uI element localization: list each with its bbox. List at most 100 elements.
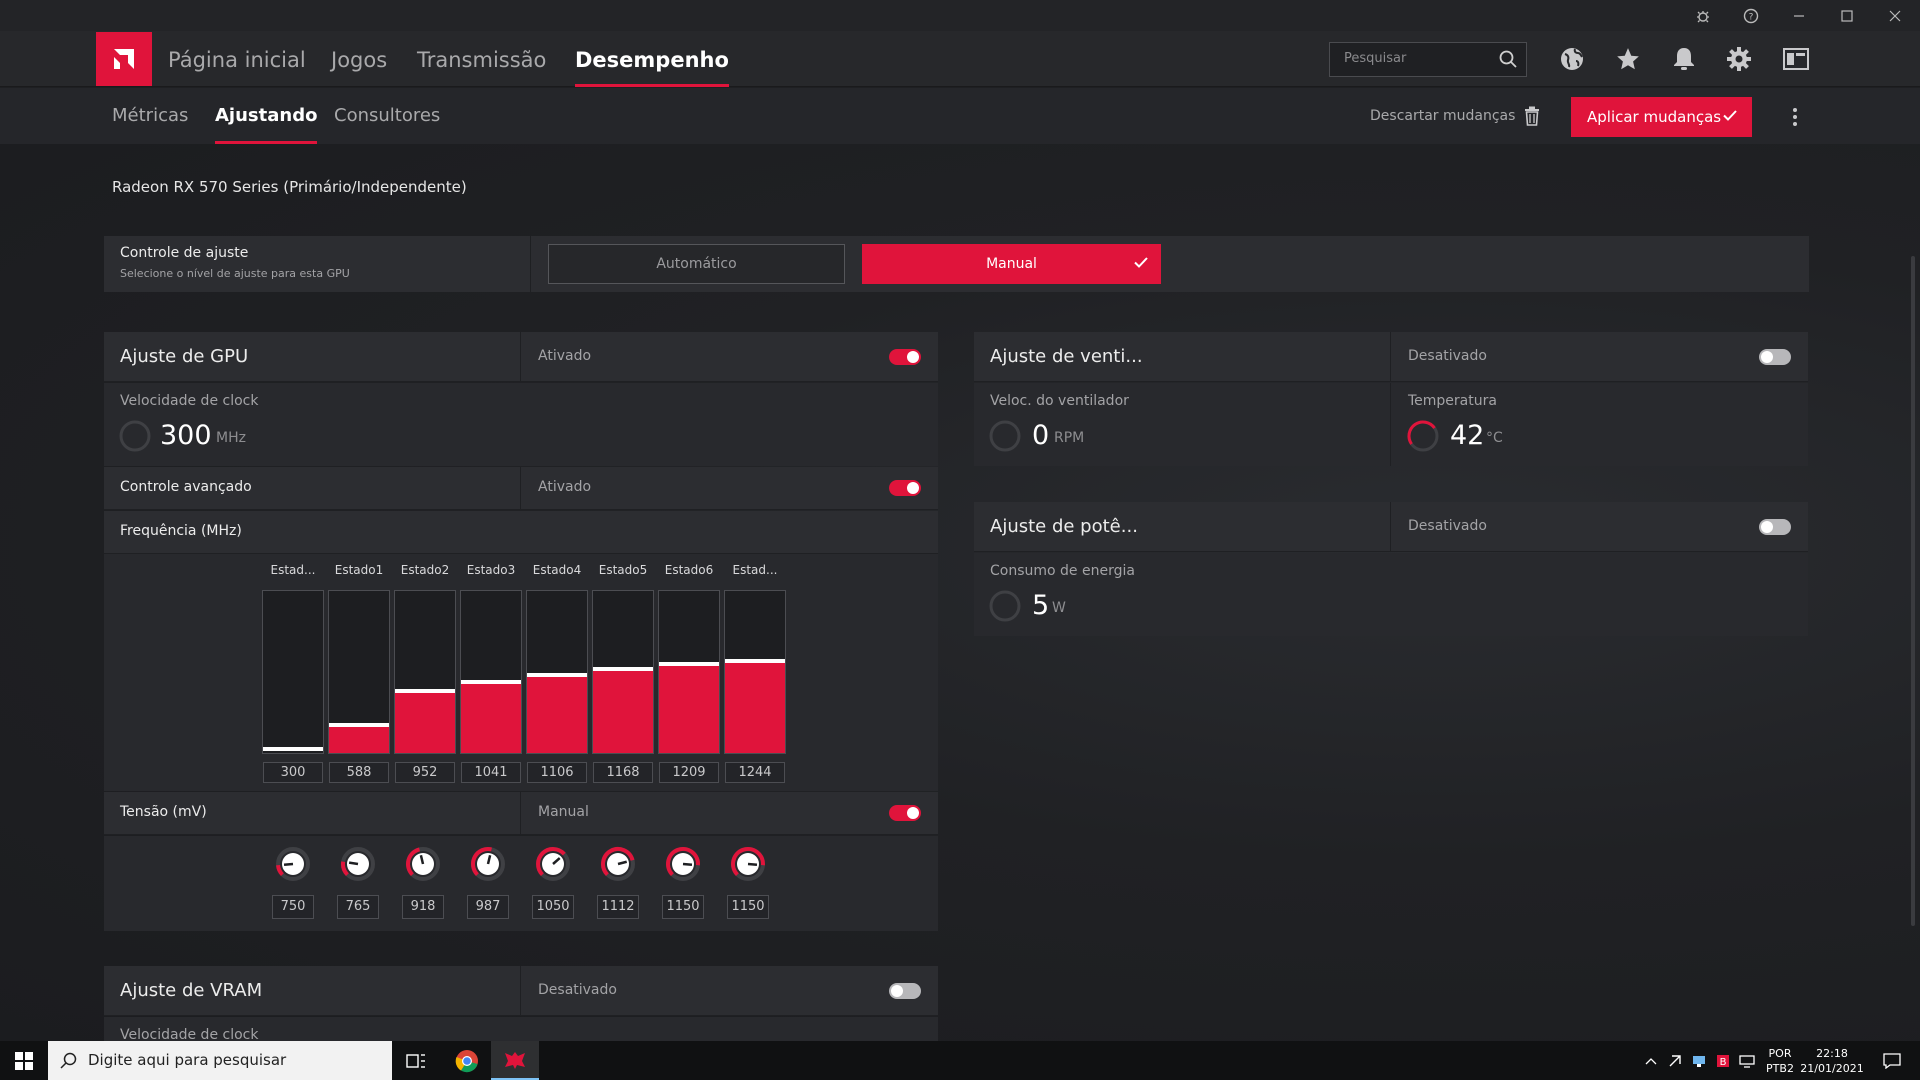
voltage-value-input[interactable]: 750: [272, 895, 314, 919]
voltage-value-input[interactable]: 1150: [727, 895, 769, 919]
amd-logo[interactable]: [96, 32, 152, 86]
fan-speed-label: Veloc. do ventilador: [990, 393, 1129, 409]
frequency-slider[interactable]: [328, 590, 390, 754]
frequency-handle[interactable]: [527, 673, 587, 677]
state-label: Estad...: [732, 563, 778, 577]
voltage-value-input[interactable]: 1112: [597, 895, 639, 919]
clock-speed-label: Velocidade de clock: [120, 393, 259, 409]
voltage-value-input[interactable]: 765: [337, 895, 379, 919]
tab-metrics[interactable]: Métricas: [112, 88, 188, 144]
frequency-slider[interactable]: [262, 590, 324, 754]
frequency-value-input[interactable]: 1106: [527, 762, 587, 783]
frequency-handle[interactable]: [659, 662, 719, 666]
taskbar: Digite aqui para pesquisar B POR PTB2 22…: [0, 1041, 1920, 1080]
frequency-value-input[interactable]: 1209: [659, 762, 719, 783]
voltage-knob[interactable]: [470, 846, 506, 882]
power-tuning-header: Ajuste de potê... Desativado: [974, 502, 1808, 552]
help-icon[interactable]: ?: [1728, 0, 1774, 31]
voltage-knob[interactable]: [340, 846, 376, 882]
frequency-slider[interactable]: [724, 590, 786, 754]
voltage-knob[interactable]: [730, 846, 766, 882]
fan-tuning-toggle[interactable]: [1759, 349, 1791, 365]
antivirus-icon[interactable]: B: [1712, 1041, 1734, 1080]
power-metrics-panel: Consumo de energia 5 W: [974, 553, 1808, 636]
state-label: Estad...: [270, 563, 316, 577]
automatic-button[interactable]: Automático: [548, 244, 845, 284]
voltage-knob[interactable]: [275, 846, 311, 882]
gpu-tuning-status: Ativado: [538, 348, 592, 364]
gpu-tuning-toggle[interactable]: [889, 349, 921, 365]
bug-icon[interactable]: [1680, 0, 1726, 31]
globe-icon[interactable]: [1558, 45, 1586, 73]
temperature-gauge-icon: [1407, 420, 1439, 452]
trash-icon[interactable]: [1524, 106, 1540, 130]
layout-icon[interactable]: [1782, 45, 1810, 73]
close-icon[interactable]: [1872, 0, 1918, 31]
chrome-icon[interactable]: [443, 1041, 491, 1080]
frequency-value-input[interactable]: 1168: [593, 762, 653, 783]
frequency-handle[interactable]: [329, 723, 389, 727]
voltage-knob[interactable]: [600, 846, 636, 882]
network-icon[interactable]: [1736, 1041, 1758, 1080]
vram-clock-panel: Velocidade de clock: [104, 1017, 938, 1041]
task-view-icon[interactable]: [392, 1041, 440, 1080]
frequency-handle[interactable]: [263, 747, 323, 751]
manual-button[interactable]: Manual: [862, 244, 1161, 284]
tab-games[interactable]: Jogos: [331, 31, 387, 87]
frequency-handle[interactable]: [461, 680, 521, 684]
voltage-value-input[interactable]: 1150: [662, 895, 704, 919]
voltage-value-input[interactable]: 918: [402, 895, 444, 919]
frequency-slider[interactable]: [658, 590, 720, 754]
tab-tuning[interactable]: Ajustando: [215, 88, 318, 144]
bell-icon[interactable]: [1670, 45, 1698, 73]
tab-performance[interactable]: Desempenho: [575, 31, 729, 87]
frequency-value-input[interactable]: 1041: [461, 762, 521, 783]
voltage-toggle[interactable]: [889, 805, 921, 821]
minimize-icon[interactable]: [1776, 0, 1822, 31]
voltage-knob[interactable]: [665, 846, 701, 882]
star-icon[interactable]: [1614, 45, 1642, 73]
tuning-control-title: Controle de ajuste: [120, 245, 249, 261]
frequency-value-input[interactable]: 952: [395, 762, 455, 783]
power-tuning-toggle[interactable]: [1759, 519, 1791, 535]
maximize-icon[interactable]: [1824, 0, 1870, 31]
frequency-slider[interactable]: [394, 590, 456, 754]
notifications-icon[interactable]: [1872, 1041, 1912, 1080]
advanced-control-toggle[interactable]: [889, 480, 921, 496]
frequency-value-input[interactable]: 1244: [725, 762, 785, 783]
clock-gauge-icon: [119, 420, 151, 452]
search-input[interactable]: Pesquisar: [1329, 42, 1527, 77]
fan-metrics-panel: Veloc. do ventilador 0 RPM Temperatura 4…: [974, 383, 1808, 466]
tab-advisors[interactable]: Consultores: [334, 88, 440, 144]
taskbar-search-input[interactable]: Digite aqui para pesquisar: [48, 1041, 392, 1080]
discard-changes-button[interactable]: Descartar mudanças: [1370, 88, 1515, 144]
frequency-handle[interactable]: [725, 659, 785, 663]
tab-streaming[interactable]: Transmissão: [417, 31, 546, 87]
clock[interactable]: 22:18 21/01/2021: [1800, 1041, 1864, 1080]
amd-software-icon[interactable]: [491, 1041, 539, 1080]
frequency-handle[interactable]: [593, 667, 653, 671]
voltage-value-input[interactable]: 1050: [532, 895, 574, 919]
apply-changes-button[interactable]: Aplicar mudanças: [1571, 97, 1752, 137]
voltage-knob[interactable]: [405, 846, 441, 882]
tab-home[interactable]: Página inicial: [168, 31, 306, 87]
gear-icon[interactable]: [1725, 45, 1753, 73]
frequency-handle[interactable]: [395, 689, 455, 693]
windows-start-icon[interactable]: [0, 1041, 48, 1080]
voltage-value-input[interactable]: 987: [467, 895, 509, 919]
search-icon[interactable]: [1498, 49, 1518, 73]
scrollbar[interactable]: [1911, 256, 1915, 926]
frequency-slider[interactable]: [460, 590, 522, 754]
frequency-slider[interactable]: [592, 590, 654, 754]
voltage-header: Tensão (mV) Manual: [104, 792, 938, 835]
tray-app-icon[interactable]: [1664, 1041, 1686, 1080]
language-indicator[interactable]: POR PTB2: [1762, 1041, 1798, 1080]
voltage-knob[interactable]: [535, 846, 571, 882]
vram-tuning-toggle[interactable]: [889, 983, 921, 999]
network-drive-icon[interactable]: [1688, 1041, 1710, 1080]
more-options-icon[interactable]: [1792, 106, 1798, 128]
frequency-slider[interactable]: [526, 590, 588, 754]
frequency-value-input[interactable]: 588: [329, 762, 389, 783]
tray-chevron-icon[interactable]: [1640, 1041, 1662, 1080]
frequency-value-input[interactable]: 300: [263, 762, 323, 783]
